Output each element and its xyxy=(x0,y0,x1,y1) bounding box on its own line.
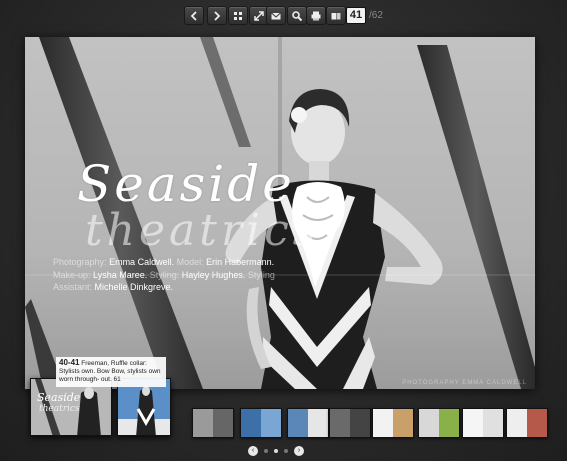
expand-icon xyxy=(254,11,264,21)
thumbnail-page[interactable] xyxy=(506,408,548,438)
thumbnails-button[interactable] xyxy=(228,6,248,25)
spread-title-line2: theatrics xyxy=(85,205,320,256)
printer-icon xyxy=(311,11,321,21)
thumbnail-page[interactable] xyxy=(287,408,329,438)
viewer-toolbar: 41 /62 xyxy=(0,6,567,26)
page-number-input[interactable]: 41 xyxy=(346,7,366,24)
credit-line: Assistant: Michelle Dinkgreve. xyxy=(53,282,174,292)
previous-page-button[interactable] xyxy=(184,6,204,25)
thumbnail-page[interactable] xyxy=(240,408,282,438)
credit-line: Photography: Emma Caldwell. Model: Erin … xyxy=(53,257,275,267)
svg-text:Seaside: Seaside xyxy=(37,391,81,404)
print-button[interactable] xyxy=(306,6,326,25)
svg-text:theatrics: theatrics xyxy=(39,404,80,414)
thumbnail-page[interactable] xyxy=(372,408,414,438)
zoom-button[interactable] xyxy=(287,6,307,25)
thumbnail-caption: 40-41 Freeman, Ruffle collar: Stylists o… xyxy=(56,357,166,387)
email-button[interactable] xyxy=(266,6,286,25)
thumbnail-pager: ‹ › xyxy=(248,446,318,456)
grid-icon xyxy=(234,12,242,20)
pages-view-button[interactable] xyxy=(326,6,346,25)
thumbnail-strip: Seaside theatrics xyxy=(0,378,567,438)
envelope-icon xyxy=(271,12,281,20)
thumbnail-page[interactable] xyxy=(462,408,504,438)
next-page-button[interactable] xyxy=(207,6,227,25)
thumbnail-page[interactable] xyxy=(329,408,371,438)
pager-dot[interactable] xyxy=(284,449,288,453)
credit-line: Make-up: Lysha Maree. Styling: Hayley Hu… xyxy=(53,269,275,280)
magnifier-icon xyxy=(292,11,303,22)
photo-credits: Photography: Emma Caldwell. Model: Erin … xyxy=(53,256,323,294)
thumbnail-page[interactable] xyxy=(192,408,234,438)
pages-icon xyxy=(331,13,341,20)
chevron-right-icon xyxy=(214,11,221,21)
pager-dot-active[interactable] xyxy=(274,449,278,453)
magazine-spread[interactable]: Seaside theatrics Photography: Emma Cald… xyxy=(25,37,535,389)
pager-dot[interactable] xyxy=(264,449,268,453)
pager-prev-button[interactable]: ‹ xyxy=(248,446,258,456)
chevron-left-icon xyxy=(190,11,197,21)
page-total: /62 xyxy=(369,10,383,21)
pager-next-button[interactable]: › xyxy=(294,446,304,456)
thumbnail-page[interactable] xyxy=(418,408,460,438)
